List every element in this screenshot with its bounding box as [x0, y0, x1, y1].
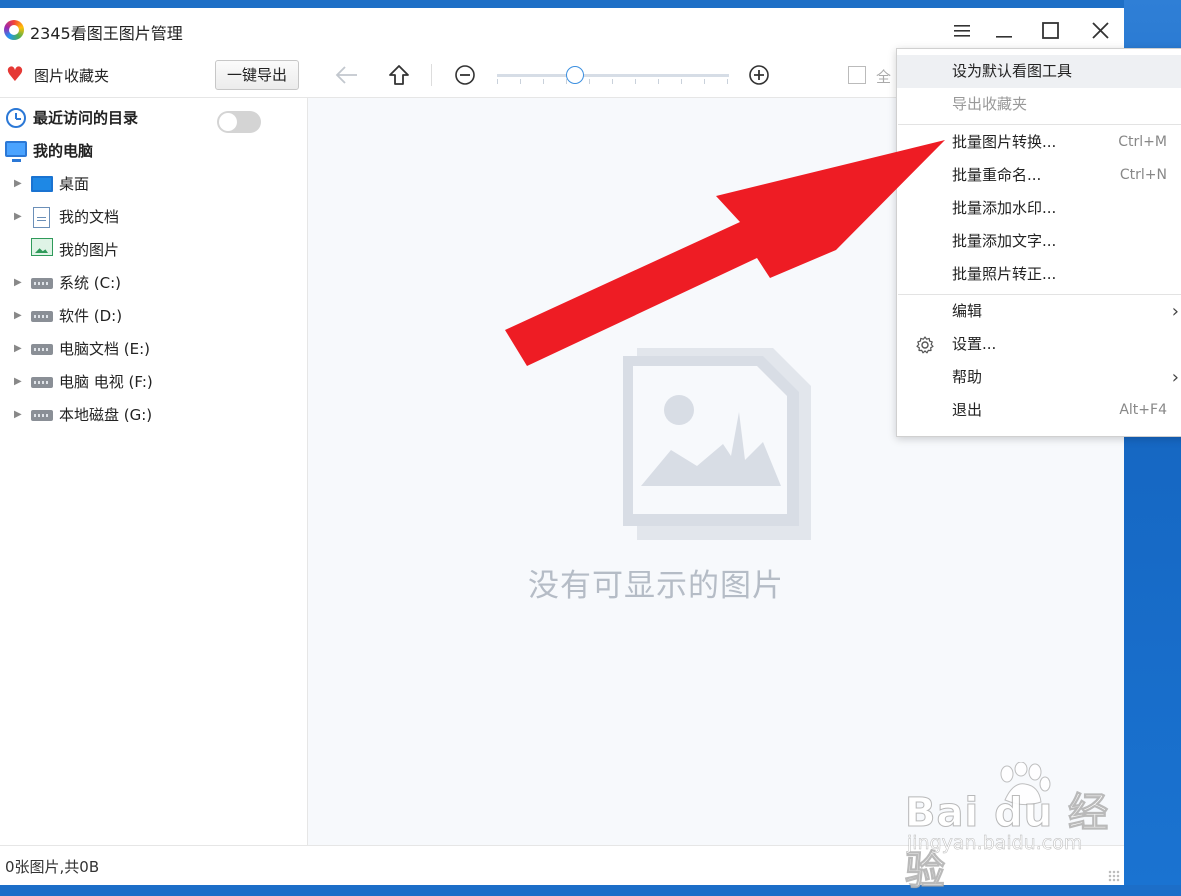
menu-item-batch-rotate-photos[interactable]: 批量照片转正...	[897, 258, 1181, 291]
recent-directories-label[interactable]: 最近访问的目录	[33, 104, 138, 132]
menu-item-label: 批量添加文字...	[952, 232, 1057, 250]
sidebar-item-drive-c[interactable]: 系统 (C:)	[59, 269, 121, 297]
menu-item-batch-watermark[interactable]: 批量添加水印...	[897, 192, 1181, 225]
menu-item-label: 设为默认看图工具	[952, 62, 1073, 80]
drive-icon	[31, 278, 53, 289]
menu-item-help[interactable]: 帮助 ›	[897, 361, 1181, 394]
expand-caret-icon[interactable]: ▶	[14, 203, 24, 231]
heart-icon: ♥	[6, 62, 24, 86]
menu-item-label: 批量重命名...	[952, 166, 1042, 184]
menu-item-batch-add-text[interactable]: 批量添加文字...	[897, 225, 1181, 258]
sidebar-item-drive-f[interactable]: 电脑 电视 (F:)	[59, 368, 153, 396]
desktop-icon	[31, 176, 53, 192]
clock-icon	[6, 108, 26, 128]
sidebar-item-my-documents[interactable]: 我的文档	[59, 203, 119, 231]
expand-caret-icon[interactable]: ▶	[14, 170, 24, 198]
main-menu-button[interactable]	[942, 16, 982, 46]
menu-item-label: 批量添加水印...	[952, 199, 1057, 217]
zoom-in-icon	[749, 65, 769, 85]
chevron-right-icon: ›	[1171, 367, 1179, 388]
expand-caret-icon[interactable]: ▶	[14, 335, 24, 363]
up-arrow-icon	[389, 65, 409, 85]
zoom-out-icon	[455, 65, 475, 85]
close-icon	[1091, 22, 1109, 39]
sidebar-item-drive-e[interactable]: 电脑文档 (E:)	[59, 335, 150, 363]
gear-icon	[916, 336, 934, 354]
baidu-watermark: Bai du 经验 jingyan.baidu.com	[905, 762, 1125, 895]
sidebar: 最近访问的目录 我的电脑 ▶ 桌面 ▶ 我的文档 我的图片 ▶ 系统 (C:) …	[0, 98, 308, 845]
menu-item-exit[interactable]: 退出 Alt+F4	[897, 394, 1181, 427]
zoom-in-button[interactable]	[746, 62, 772, 88]
menu-item-settings[interactable]: 设置...	[897, 328, 1181, 361]
select-all-checkbox[interactable]	[848, 66, 866, 84]
window-title: 2345看图王图片管理	[30, 24, 183, 43]
menu-item-label: 导出收藏夹	[952, 95, 1028, 113]
status-text: 0张图片,共0B	[5, 858, 100, 876]
menu-item-batch-rename[interactable]: 批量重命名... Ctrl+N	[897, 159, 1181, 192]
menu-item-label: 帮助	[952, 368, 983, 386]
app-logo-icon	[4, 20, 24, 40]
menu-item-batch-convert[interactable]: 批量图片转换... Ctrl+M	[897, 126, 1181, 159]
drive-icon	[31, 344, 53, 355]
picture-icon	[31, 238, 53, 256]
recent-directories-toggle[interactable]	[217, 111, 261, 133]
main-dropdown-menu: 设为默认看图工具 导出收藏夹 批量图片转换... Ctrl+M 批量重命名...…	[896, 48, 1181, 437]
watermark-url: jingyan.baidu.com	[907, 832, 1083, 855]
toolbar-divider	[431, 64, 432, 86]
maximize-button[interactable]	[1030, 16, 1070, 46]
maximize-icon	[1041, 22, 1059, 39]
zoom-out-button[interactable]	[452, 62, 478, 88]
menu-item-label: 批量图片转换...	[952, 133, 1057, 151]
drive-icon	[31, 410, 53, 421]
back-button[interactable]	[334, 62, 360, 88]
computer-icon	[5, 141, 27, 162]
select-all-label: 全	[876, 68, 892, 86]
menu-item-export-favorites[interactable]: 导出收藏夹	[897, 88, 1181, 121]
menu-item-label: 退出	[952, 401, 983, 419]
zoom-slider-handle[interactable]	[566, 66, 584, 84]
desktop-background-top	[0, 0, 1181, 8]
expand-caret-icon[interactable]: ▶	[14, 302, 24, 330]
empty-gallery-icon	[623, 348, 811, 540]
menu-item-set-default-viewer[interactable]: 设为默认看图工具	[897, 55, 1181, 88]
sidebar-item-my-pictures[interactable]: 我的图片	[59, 236, 119, 264]
sidebar-item-drive-g[interactable]: 本地磁盘 (G:)	[59, 401, 152, 429]
minimize-button[interactable]	[984, 16, 1024, 46]
zoom-slider-track[interactable]	[497, 74, 729, 77]
up-folder-button[interactable]	[386, 62, 412, 88]
menu-item-shortcut: Ctrl+M	[1118, 134, 1167, 150]
sidebar-item-drive-d[interactable]: 软件 (D:)	[59, 302, 122, 330]
menu-item-label: 编辑	[952, 302, 983, 320]
menu-item-shortcut: Alt+F4	[1119, 402, 1167, 418]
drive-icon	[31, 311, 53, 322]
sidebar-item-my-computer[interactable]: 我的电脑	[33, 137, 93, 165]
back-arrow-icon	[335, 66, 357, 84]
chevron-right-icon: ›	[1171, 301, 1179, 322]
expand-caret-icon[interactable]: ▶	[14, 401, 24, 429]
drive-icon	[31, 377, 53, 388]
menu-item-edit[interactable]: 编辑 ›	[897, 295, 1181, 328]
expand-caret-icon[interactable]: ▶	[14, 368, 24, 396]
favorites-label[interactable]: 图片收藏夹	[34, 65, 109, 86]
menu-icon	[954, 25, 970, 37]
close-button[interactable]	[1080, 16, 1120, 46]
menu-separator	[898, 124, 1181, 125]
menu-item-shortcut: Ctrl+N	[1119, 167, 1167, 183]
menu-item-label: 设置...	[952, 335, 997, 353]
expand-caret-icon[interactable]: ▶	[14, 269, 24, 297]
menu-item-label: 批量照片转正...	[952, 265, 1057, 283]
zoom-slider-ticks	[497, 79, 729, 84]
empty-message: 没有可显示的图片	[528, 568, 784, 604]
minimize-icon	[996, 36, 1012, 38]
document-icon	[33, 207, 50, 228]
sidebar-item-desktop[interactable]: 桌面	[59, 170, 89, 198]
one-click-export-button[interactable]: 一键导出	[215, 60, 299, 90]
